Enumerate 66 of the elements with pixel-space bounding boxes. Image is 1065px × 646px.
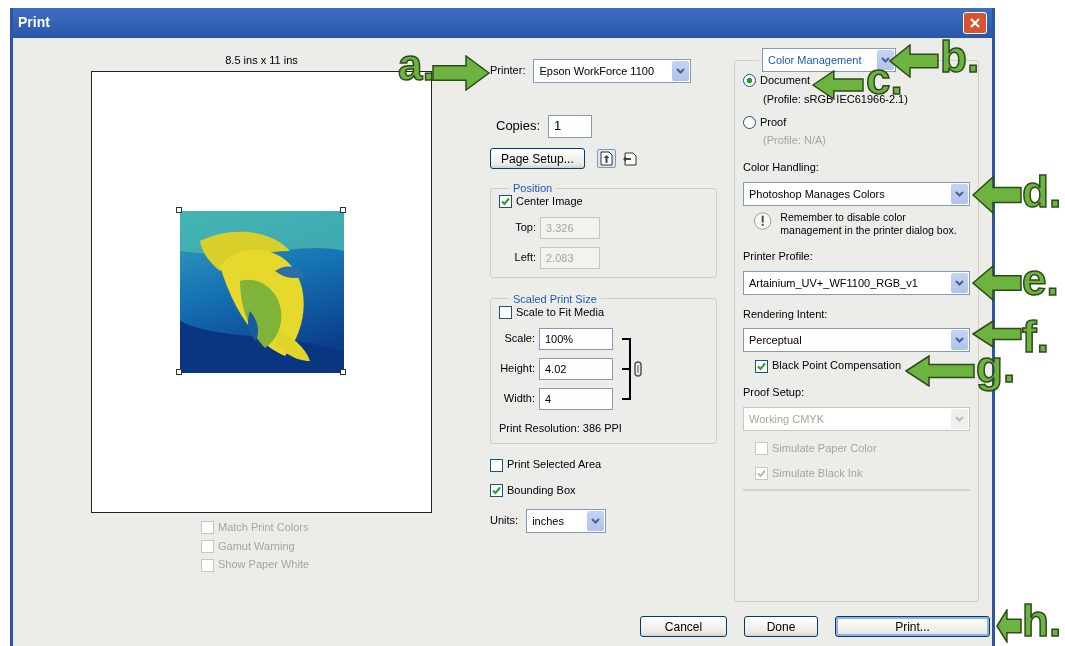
dropdown[interactable]: Perceptual (743, 328, 970, 353)
field-label: Height: (499, 361, 535, 376)
selection-handle[interactable] (175, 206, 182, 213)
field-label: Proof Setup: (743, 386, 806, 400)
field-label: Printer Profile: (743, 249, 814, 264)
group-title: Scaled Print Size (512, 291, 598, 306)
pointer-arrow (972, 320, 1022, 348)
dialog-button[interactable]: Cancel (640, 616, 727, 637)
dropdown[interactable]: Epson WorkForce 1100 (533, 59, 692, 83)
callout-label: f. (1022, 319, 1049, 355)
callout-label: d. (1022, 174, 1062, 210)
resolution-label: Print Resolution: 386 PPI (499, 421, 623, 436)
radio-label[interactable]: Document (760, 74, 811, 88)
pointer-arrow (972, 265, 1022, 301)
checkbox[interactable] (499, 195, 512, 209)
checkbox-label[interactable]: Bounding Box (507, 484, 576, 498)
dropdown[interactable]: Artainium_UV+_WF1100_RGB_v1 (743, 270, 970, 295)
dropdown[interactable]: Photoshop Manages Colors (743, 181, 970, 206)
selection-handle[interactable] (339, 206, 346, 213)
radio-label[interactable]: Proof (760, 115, 787, 130)
field-label: Rendering Intent: (743, 307, 829, 322)
profile-label: (Profile: N/A) (763, 134, 827, 148)
warning-text: Remember to disable color management in the printer dialog box. (780, 210, 958, 237)
field-label: Width: (502, 391, 535, 406)
close-icon[interactable] (969, 17, 981, 29)
dialog-button[interactable]: Print... (835, 616, 990, 637)
pointer-arrow (905, 355, 975, 387)
field-label: Units: (490, 513, 519, 528)
page-orientation-button[interactable] (596, 149, 616, 168)
field-label: Copies: (496, 118, 541, 135)
text-field[interactable]: 4.02 (539, 357, 613, 380)
warning-icon (753, 210, 773, 231)
checkbox[interactable] (490, 484, 503, 498)
checkbox-label[interactable]: Scale to Fit Media (516, 305, 605, 320)
checkbox-label[interactable]: Black Point Compensation (772, 359, 901, 373)
close-button[interactable] (963, 12, 987, 34)
dropdown[interactable]: inches (526, 508, 607, 533)
paper-size-label: 8.5 ins x 11 ins (225, 54, 298, 68)
callout-label: h. (1022, 603, 1062, 639)
checkbox-label[interactable]: Center Image (516, 195, 583, 209)
link-bracket-drawing (621, 336, 643, 401)
field-label: Top: (514, 220, 536, 235)
window-title: Print (18, 14, 50, 32)
radio-button[interactable] (743, 115, 756, 129)
pointer-arrow (432, 55, 490, 91)
callout-label: b. (940, 39, 980, 75)
field-label: Printer: (490, 64, 526, 78)
text-field[interactable]: 1 (548, 115, 593, 138)
text-field[interactable]: 4 (539, 387, 613, 410)
pointer-arrow (972, 176, 1022, 214)
selection-handle[interactable] (339, 368, 346, 375)
checkbox[interactable] (755, 359, 768, 373)
callout-label: e. (1022, 262, 1059, 298)
group-title: Position (512, 181, 554, 195)
checkbox[interactable] (490, 458, 503, 472)
checkbox[interactable] (499, 306, 512, 320)
selection-handle[interactable] (175, 368, 182, 375)
page-setup-button[interactable]: Page Setup... (490, 148, 585, 169)
checkbox-label[interactable]: Print Selected Area (507, 458, 602, 472)
dialog-button[interactable]: Done (744, 616, 818, 637)
text-field[interactable]: 100% (539, 327, 613, 350)
radio-button[interactable] (743, 74, 756, 88)
field-label: Left: (513, 250, 536, 265)
pointer-arrow (996, 609, 1022, 643)
field-label: Color Handling: (743, 161, 820, 175)
field-label: Scale: (503, 331, 535, 346)
